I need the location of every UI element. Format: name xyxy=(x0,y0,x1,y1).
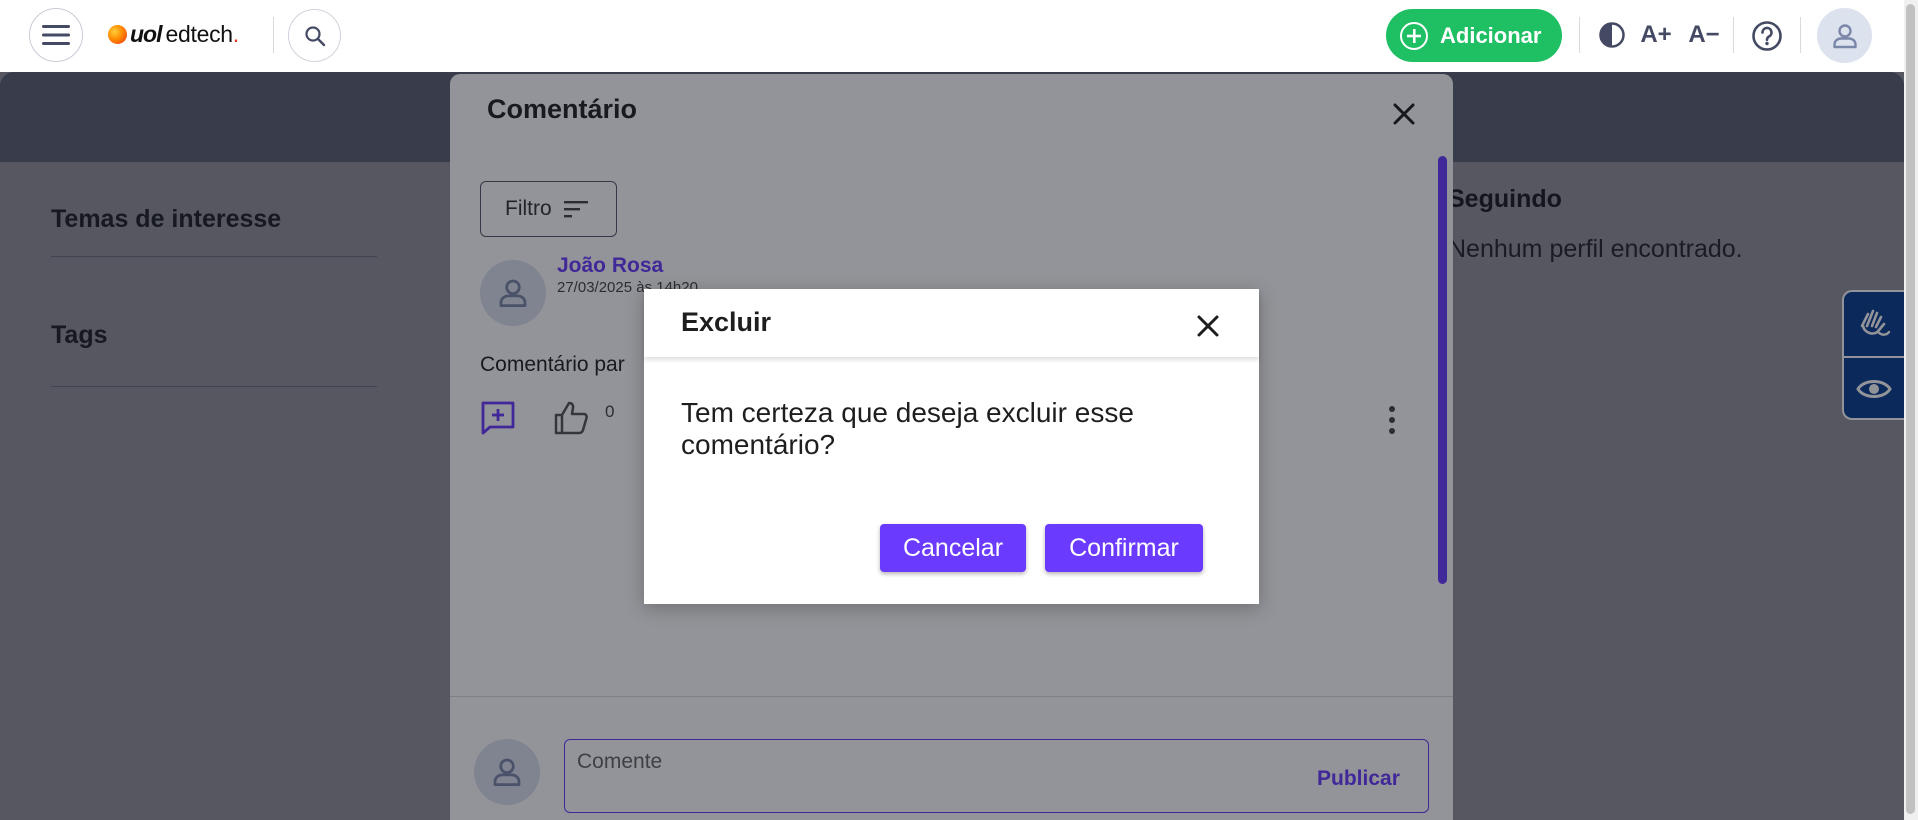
add-button-label: Adicionar xyxy=(1440,22,1542,48)
dialog-message: Tem certeza que deseja excluir esse come… xyxy=(681,397,1134,460)
user-avatar-button[interactable] xyxy=(1817,8,1872,63)
contrast-button[interactable] xyxy=(1597,20,1627,50)
search-button[interactable] xyxy=(288,9,341,62)
logo-uol-text: uol xyxy=(130,20,162,47)
dialog-header: Excluir xyxy=(644,289,1259,357)
font-increase-button[interactable]: A+ xyxy=(1639,20,1673,50)
logo-mark-icon xyxy=(108,24,127,44)
dialog-title: Excluir xyxy=(681,307,772,337)
delete-confirm-dialog: Excluir Tem certeza que deseja excluir e… xyxy=(644,289,1259,604)
help-icon xyxy=(1752,21,1782,51)
page-scrollbar-thumb[interactable] xyxy=(1906,4,1915,814)
help-button[interactable] xyxy=(1751,20,1783,52)
brand-logo[interactable]: uol edtech . xyxy=(108,18,239,50)
add-button[interactable]: Adicionar xyxy=(1386,9,1562,62)
dialog-close-button[interactable] xyxy=(1193,311,1223,341)
divider xyxy=(273,17,274,53)
cancel-button[interactable]: Cancelar xyxy=(880,524,1026,572)
hamburger-icon xyxy=(42,25,70,45)
confirm-button[interactable]: Confirmar xyxy=(1045,524,1203,572)
contrast-icon xyxy=(1599,22,1625,48)
logo-underscore: . xyxy=(232,20,240,47)
logo-edtech-text: edtech xyxy=(165,20,234,47)
divider xyxy=(1800,17,1801,53)
divider xyxy=(1733,17,1734,53)
menu-button[interactable] xyxy=(29,8,83,62)
user-icon xyxy=(1832,23,1857,48)
divider xyxy=(1579,17,1580,53)
search-icon xyxy=(304,25,325,46)
top-bar: uol edtech . Adicionar A+ A− xyxy=(0,0,1904,72)
font-decrease-button[interactable]: A− xyxy=(1687,20,1721,50)
close-icon xyxy=(1197,315,1219,337)
add-circle-icon xyxy=(1400,21,1428,50)
